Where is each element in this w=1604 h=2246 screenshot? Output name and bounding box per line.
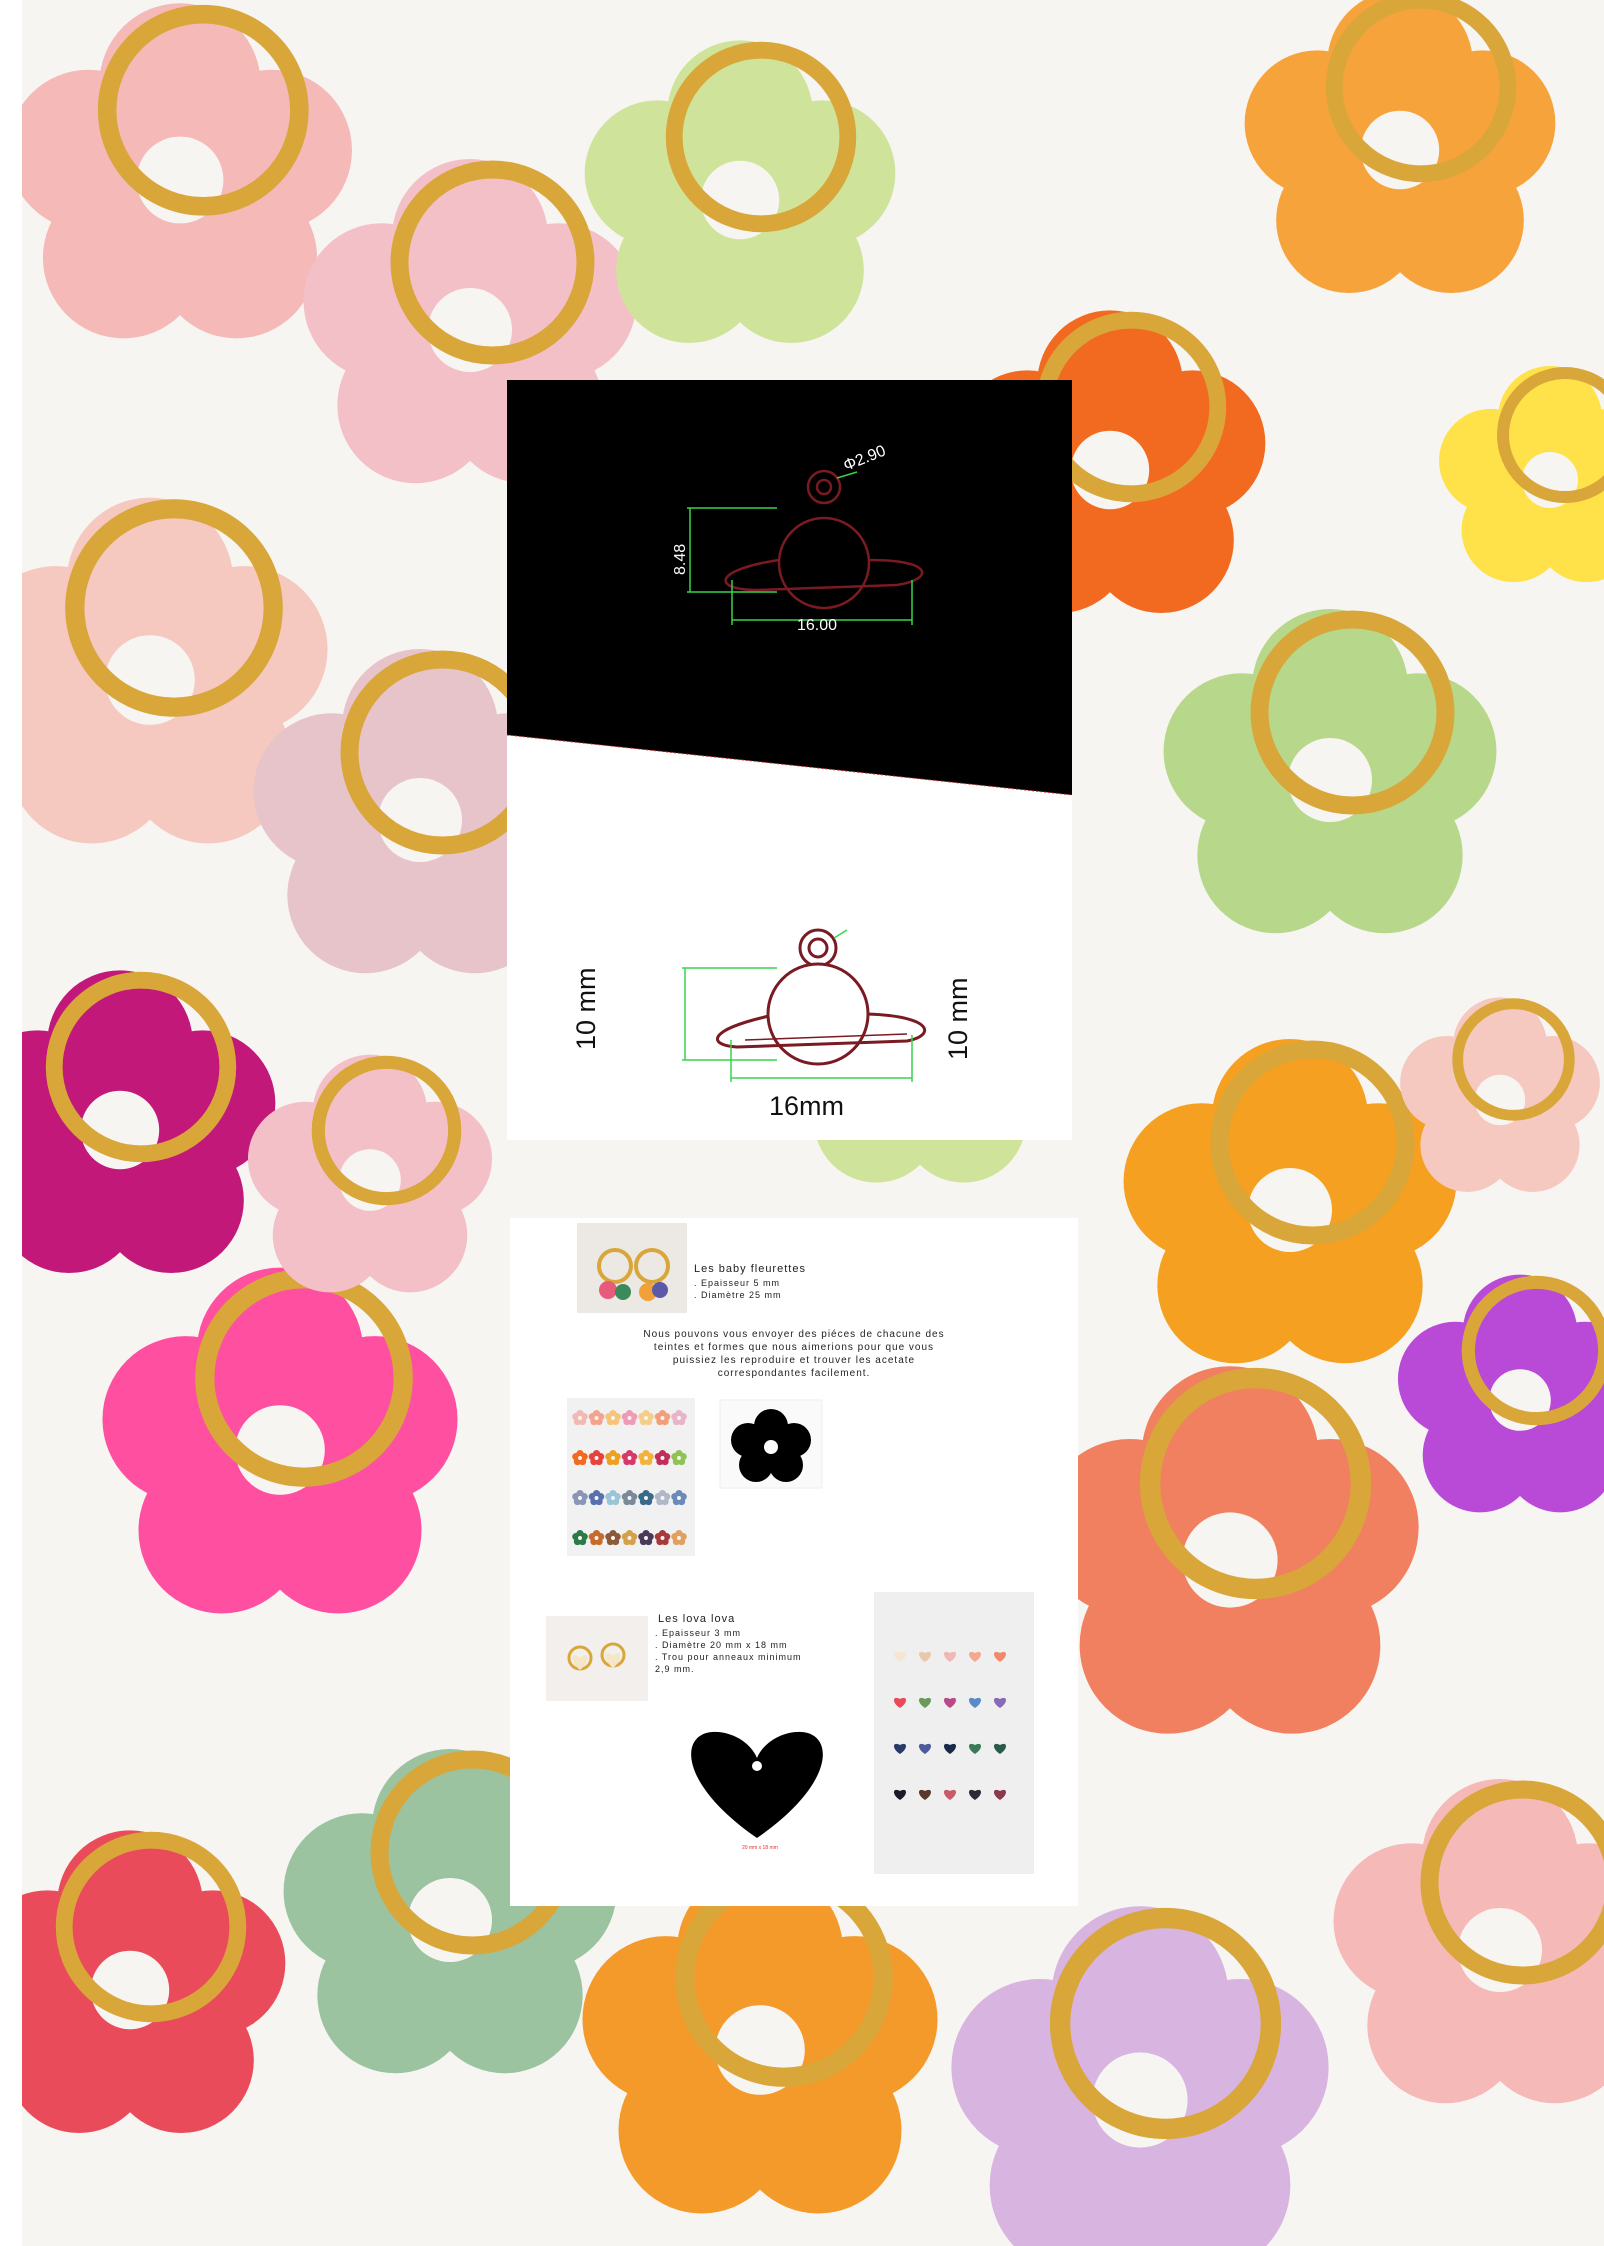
baby-fleurettes-diameter: . Diamètre 25 mm bbox=[694, 1290, 782, 1300]
heart-shape-icon bbox=[691, 1731, 823, 1838]
technical-drawing: Φ2.90 8.48 16.00 10 mm 10 mm 16mm bbox=[507, 380, 1072, 1121]
flower-charm-icon bbox=[0, 1830, 286, 2134]
flower-charm-icon bbox=[102, 1267, 458, 1614]
intro-line: Nous pouvons vous envoyer des piéces de … bbox=[643, 1329, 945, 1340]
sketch-left-height-label: 10 mm bbox=[571, 967, 601, 1050]
intro-line: correspondantes facilement. bbox=[717, 1368, 871, 1379]
flower-charm-icon bbox=[1041, 1366, 1419, 1734]
cad-width-label: 16.00 bbox=[797, 617, 837, 634]
cad-height-label: 8.48 bbox=[672, 544, 689, 575]
lova-lova-thickness: . Epaisseur 3 mm bbox=[655, 1628, 742, 1638]
baby-fleurettes-photo bbox=[577, 1223, 687, 1313]
flower-charm-icon bbox=[8, 3, 352, 339]
spec-sheet-panel: Les baby fleurettes . Epaisseur 5 mm . D… bbox=[510, 1218, 1078, 1906]
cad-black-area bbox=[507, 380, 1072, 795]
sketch-right-height-label: 10 mm bbox=[943, 977, 973, 1060]
left-margin-strip bbox=[0, 0, 22, 2246]
heart-hole-icon bbox=[752, 1761, 762, 1771]
flower-charm-icon bbox=[247, 1054, 493, 1293]
intro-line: puissiez les reproduire et trouver les a… bbox=[672, 1355, 916, 1366]
flower-charm-icon bbox=[1400, 997, 1600, 1192]
flower-charm-icon bbox=[1163, 609, 1497, 934]
lova-lova-hole-size: 2,9 mm. bbox=[655, 1664, 695, 1674]
heart-size-caption: 20 mm x 18 mm bbox=[742, 1845, 778, 1851]
technical-drawing-panel: Φ2.90 8.48 16.00 10 mm 10 mm 16mm bbox=[507, 380, 1072, 1140]
flower-charm-icon bbox=[1333, 1779, 1604, 2104]
spec-sheet-graphics bbox=[546, 1223, 1034, 1874]
lova-lova-diameter: . Diamètre 20 mm x 18 mm bbox=[655, 1640, 788, 1650]
flower-charm-icon bbox=[951, 1906, 1329, 2246]
sketch-planet-outline bbox=[716, 928, 927, 1066]
lova-lova-hole: . Trou pour anneaux minimum bbox=[655, 1652, 802, 1662]
flower-charm-icon bbox=[1397, 1274, 1604, 1513]
intro-paragraph: Nous pouvons vous envoyer des piéces de … bbox=[560, 1328, 1028, 1380]
flower-charm-icon bbox=[1244, 0, 1556, 294]
flower-charm-icon bbox=[0, 970, 276, 1274]
flower-charm-icon bbox=[584, 40, 896, 344]
baby-fleurettes-thickness: . Epaisseur 5 mm bbox=[694, 1278, 781, 1288]
intro-line: teintes et formes que nous aimerions pou… bbox=[653, 1342, 935, 1353]
lova-lova-title: Les lova lova bbox=[658, 1613, 736, 1625]
lova-lova-photo bbox=[546, 1616, 648, 1701]
baby-fleurettes-title: Les baby fleurettes bbox=[694, 1263, 806, 1275]
heart-swatch-board bbox=[874, 1592, 1034, 1874]
sketch-width-label: 16mm bbox=[769, 1091, 844, 1121]
flower-charm-icon bbox=[582, 1867, 938, 2214]
